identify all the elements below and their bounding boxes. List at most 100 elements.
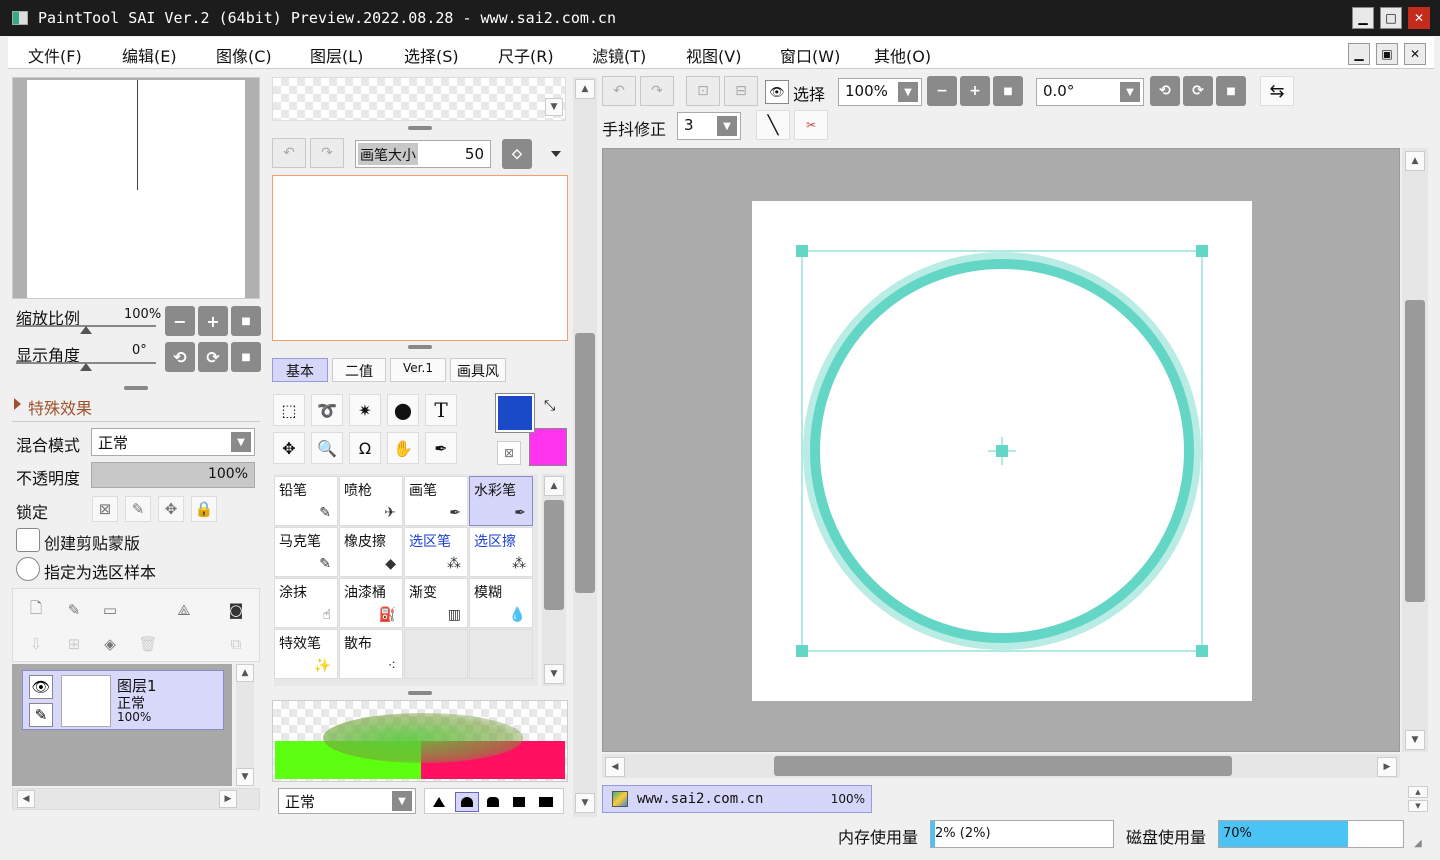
menu-filter[interactable]: 滤镜(T)	[592, 43, 646, 67]
tool-2[interactable]: 画笔 ✒	[404, 476, 468, 526]
eye-icon[interactable]: 👁	[29, 675, 53, 699]
canvas-rotate-reset-button[interactable]: ■	[1216, 76, 1246, 106]
brush-lock-icon[interactable]: ✎	[29, 703, 53, 727]
selection-sample-radio[interactable]	[16, 557, 40, 581]
canvas-zoom-out-button[interactable]: −	[927, 76, 957, 106]
resize-grip-icon[interactable]: ◢	[1414, 838, 1422, 849]
tool-0[interactable]: 铅笔 ✎	[274, 476, 338, 526]
clip-mask-checkbox[interactable]	[16, 528, 40, 552]
effects-label[interactable]: 特殊效果	[28, 395, 92, 419]
doc-minimize-button[interactable]: ▁	[1348, 43, 1370, 65]
scroll-up-icon[interactable]: ▲	[1405, 151, 1425, 171]
panel-splitter[interactable]	[124, 386, 148, 390]
scroll-thumb[interactable]	[575, 333, 595, 593]
tool-1[interactable]: 喷枪 ✈	[339, 476, 403, 526]
tool-13[interactable]: 散布 ⁖	[339, 629, 403, 679]
transform-handle-top-right[interactable]	[1196, 245, 1208, 257]
tip-flat-icon[interactable]	[433, 797, 445, 807]
layer-mask-icon[interactable]: ◙	[223, 597, 249, 623]
scroll-left-icon[interactable]: ◀	[17, 790, 35, 808]
magic-wand-icon[interactable]: ✷	[349, 394, 381, 426]
new-linework-layer-icon[interactable]: ✎	[61, 597, 87, 623]
tool-7[interactable]: 选区擦 ⁂	[469, 527, 533, 577]
scroll-thumb[interactable]	[1405, 300, 1425, 602]
merge-new-icon[interactable]: ⊞	[61, 631, 87, 657]
rotate-reset-button[interactable]: ■	[231, 342, 261, 372]
brush-menu-icon[interactable]	[551, 151, 561, 157]
menu-window[interactable]: 窗口(W)	[780, 43, 840, 67]
transform-handle-bottom-right[interactable]	[1196, 645, 1208, 657]
canvas-rotate-right-button[interactable]: ⟳	[1183, 76, 1213, 106]
doc-tabs-up-icon[interactable]: ▲	[1408, 786, 1428, 798]
scroll-up-icon[interactable]: ▲	[236, 664, 254, 682]
eraser-toggle-icon[interactable]: ⬦	[502, 139, 532, 169]
opacity-slider[interactable]: 100%	[91, 462, 255, 488]
navigator-preview[interactable]	[12, 77, 260, 299]
symmetry-icon[interactable]: ✂	[794, 110, 828, 140]
lock-all-icon[interactable]: 🔒	[191, 496, 217, 522]
canvas-viewport[interactable]	[602, 148, 1400, 752]
minimize-button[interactable]: ▁	[1352, 7, 1374, 29]
line-tool-icon[interactable]: ╲	[756, 110, 790, 140]
tool-4[interactable]: 马克笔 ✎	[274, 527, 338, 577]
layer-item[interactable]: 👁 ✎ 图层1 正常 100%	[22, 670, 224, 730]
panel-splitter[interactable]	[408, 126, 432, 130]
canvas-hscrollbar[interactable]: ◀ ▶	[602, 754, 1400, 778]
redo-button[interactable]: ↷	[640, 76, 674, 106]
undo-brush-button[interactable]: ↶	[272, 138, 306, 168]
menu-view[interactable]: 视图(V)	[686, 43, 741, 67]
zoom-out-button[interactable]: −	[165, 306, 195, 336]
tool-9[interactable]: 油漆桶 ⛽	[339, 578, 403, 628]
zoom-slider-handle[interactable]	[80, 326, 92, 334]
expand-arrow-icon[interactable]	[14, 398, 21, 410]
hand-icon[interactable]: ✋	[387, 432, 419, 464]
angle-slider-handle[interactable]	[80, 363, 92, 371]
tip-wide-icon[interactable]	[539, 797, 553, 807]
brush-blend-select[interactable]: 正常 ▼	[278, 788, 416, 814]
menu-other[interactable]: 其他(O)	[874, 43, 931, 67]
tool-8[interactable]: 涂抹 ☝	[274, 578, 338, 628]
stabilizer-select[interactable]: 3 ▼	[677, 112, 741, 140]
text-icon[interactable]: T	[425, 394, 457, 426]
layer-hscrollbar[interactable]: ◀ ▶	[12, 788, 260, 810]
menu-file[interactable]: 文件(F)	[28, 43, 82, 67]
canvas-zoom-in-button[interactable]: +	[960, 76, 990, 106]
doc-restore-button[interactable]: ▣	[1376, 43, 1398, 65]
redo-brush-button[interactable]: ↷	[310, 138, 344, 168]
zoom-reset-button[interactable]: ■	[231, 306, 261, 336]
scroll-down-icon[interactable]: ▼	[575, 793, 595, 813]
tool-10[interactable]: 渐变 ▥	[404, 578, 468, 628]
menu-edit[interactable]: 编辑(E)	[122, 43, 177, 67]
deselect-button[interactable]: ⊡	[686, 76, 720, 106]
primary-color-swatch[interactable]	[495, 393, 535, 433]
scroll-right-icon[interactable]: ▶	[219, 790, 237, 808]
tip-square-icon[interactable]	[513, 797, 525, 807]
show-selection-eye-icon[interactable]: 👁	[765, 80, 789, 104]
menu-ruler[interactable]: 尺子(R)	[498, 43, 554, 67]
flip-horizontal-icon[interactable]: ⇆	[1260, 76, 1294, 106]
panel-splitter[interactable]	[408, 691, 432, 695]
transform-center-handle[interactable]	[996, 445, 1008, 457]
tool-12[interactable]: 特效笔 ✨	[274, 629, 338, 679]
rotate-icon[interactable]: Ω	[349, 432, 381, 464]
menu-select[interactable]: 选择(S)	[404, 43, 459, 67]
scroll-down-icon[interactable]: ▼	[544, 664, 564, 684]
canvas-vscrollbar[interactable]: ▲ ▼	[1402, 148, 1428, 752]
tab-basic[interactable]: 基本	[272, 358, 328, 382]
close-button[interactable]: ✕	[1408, 7, 1430, 29]
zoom-in-button[interactable]: +	[198, 306, 228, 336]
transform-handle-bottom-left[interactable]	[796, 645, 808, 657]
tool-11[interactable]: 模糊 💧	[469, 578, 533, 628]
tab-binary[interactable]: 二值	[332, 358, 386, 382]
new-folder-icon[interactable]: ▭	[97, 597, 123, 623]
move-icon[interactable]: ✥	[273, 432, 305, 464]
zoom-icon[interactable]: 🔍	[311, 432, 343, 464]
swap-colors-icon[interactable]: ⤡	[544, 398, 555, 414]
maximize-button[interactable]: □	[1380, 7, 1402, 29]
layer-effect-icon[interactable]: ⟁	[171, 597, 197, 623]
panel-splitter[interactable]	[408, 345, 432, 349]
scroll-down-icon[interactable]: ▼	[236, 768, 254, 786]
middle-scrollbar[interactable]: ▲ ▼	[573, 77, 597, 817]
clear-layer-icon[interactable]: ◈	[97, 631, 123, 657]
doc-tabs-down-icon[interactable]: ▼	[1408, 800, 1428, 812]
